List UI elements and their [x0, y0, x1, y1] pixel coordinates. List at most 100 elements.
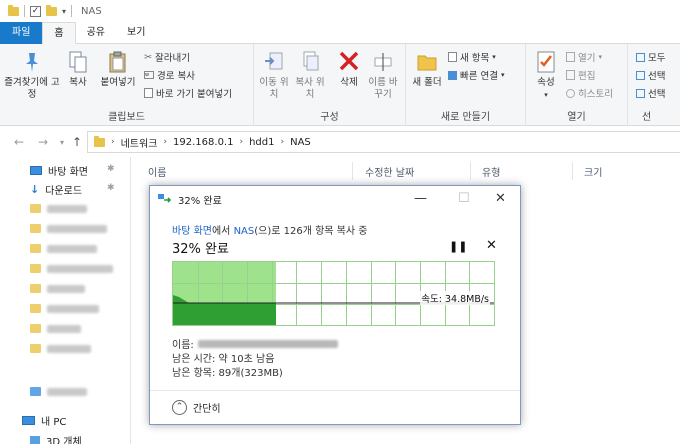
copy-progress-dialog: 32% 완료 — ☐ ✕ 바탕 화면에서 NAS(으)로 126개 항목 복사 … [149, 185, 521, 425]
delete-x-icon [339, 51, 359, 71]
dialog-title: 32% 완료 [178, 195, 222, 207]
maximize-icon: ☐ [458, 191, 470, 206]
invert-selection-button[interactable]: 선택 [636, 86, 665, 100]
folder-icon [30, 284, 41, 293]
copy-path-button[interactable]: w 경로 복사 [144, 68, 195, 82]
copy-to-button[interactable]: 복사 위치 [294, 50, 326, 101]
pin-icon[interactable]: ✱ [107, 183, 115, 193]
rename-button[interactable]: 이름 바꾸기 [366, 50, 400, 101]
breadcrumb-share[interactable]: hdd1 [249, 137, 274, 148]
title-bar: ✓ ▾ NAS [0, 0, 680, 22]
select-group-label: 선 [642, 112, 652, 123]
nav-item-desktop[interactable]: 바탕 화면 [30, 163, 88, 178]
new-folder-button[interactable]: 새 폴더 [412, 50, 442, 89]
open-group-label: 열기 [567, 112, 586, 123]
address-box[interactable]: › 네트워크 › 192.168.0.1 › hdd1 › NAS [87, 131, 680, 153]
move-to-button[interactable]: 이동 위치 [258, 50, 290, 101]
address-bar-row: ← → ▾ ↑ › 네트워크 › 192.168.0.1 › hdd1 › NA… [0, 127, 680, 157]
nav-item-blurred[interactable] [30, 284, 85, 293]
nav-item-3d-objects[interactable]: 3D 개체 [30, 433, 82, 444]
close-icon[interactable]: ✕ [495, 191, 506, 206]
nav-item-downloads[interactable]: ↓ 다운로드 [30, 182, 82, 197]
new-item-button[interactable]: 새 항목 ▾ [448, 50, 496, 64]
less-details-button[interactable]: ⌃ 간단히 [172, 400, 221, 415]
download-arrow-icon: ↓ [30, 183, 40, 196]
cut-button[interactable]: ✂ 잘라내기 [144, 50, 190, 65]
column-date-modified[interactable]: 수정한 날짜 [365, 164, 414, 179]
new-group-label: 새로 만들기 [440, 112, 491, 123]
nav-item-blurred[interactable] [30, 304, 99, 313]
properties-quick-icon[interactable]: ✓ [30, 5, 41, 17]
nav-item-blurred[interactable] [30, 324, 81, 333]
recent-locations-icon[interactable]: ▾ [60, 138, 64, 147]
breadcrumb-folder[interactable]: NAS [290, 137, 311, 148]
new-item-icon [448, 52, 457, 62]
tab-file[interactable]: 파일 [0, 22, 43, 44]
minimize-icon[interactable]: — [414, 191, 427, 206]
copy-path-label: 경로 복사 [157, 71, 195, 82]
destination-link[interactable]: NAS [234, 226, 255, 237]
folder-icon [417, 55, 437, 71]
rename-icon [374, 53, 392, 71]
paste-shortcut-label: 바로 가기 붙여넣기 [156, 89, 232, 100]
nav-item-blurred[interactable] [30, 224, 107, 233]
properties-button[interactable]: 속성 ▾ [532, 50, 560, 101]
chevron-right-icon: › [280, 137, 285, 147]
pin-quick-access-button[interactable]: 즐겨찾기에 고정 [4, 50, 60, 101]
nav-item-blurred[interactable] [30, 344, 91, 353]
edit-icon [566, 70, 575, 80]
nav-item-blurred[interactable] [30, 387, 87, 396]
delete-label: 삭제 [340, 77, 358, 88]
tab-view[interactable]: 보기 [116, 22, 156, 44]
window-title: NAS [81, 5, 102, 17]
new-folder-quick-icon[interactable] [46, 4, 57, 16]
copy-summary: 바탕 화면에서 NAS(으)로 126개 항목 복사 중 [172, 222, 367, 237]
from-text: 에서 [211, 226, 234, 237]
blurred-text [47, 387, 87, 396]
move-to-label: 이동 위치 [259, 77, 289, 100]
select-none-button[interactable]: 선택 [636, 68, 665, 82]
invert-selection-icon [636, 88, 645, 98]
folder-icon [30, 244, 41, 253]
column-name[interactable]: 이름 [148, 164, 166, 179]
nav-item-this-pc[interactable]: 내 PC [22, 413, 66, 428]
open-group: 속성 ▾ 열기 ▾ 편집 히스토리 열기 [526, 44, 628, 126]
column-type[interactable]: 유형 [482, 164, 500, 179]
breadcrumb-network[interactable]: 네트워크 [121, 135, 158, 150]
paste-shortcut-button[interactable]: 바로 가기 붙여넣기 [144, 86, 232, 100]
history-button[interactable]: 히스토리 [566, 86, 613, 100]
nav-item-blurred[interactable] [30, 244, 97, 253]
copy-icon [69, 51, 87, 73]
copy-label: 복사 [69, 77, 87, 88]
delete-button[interactable]: 삭제 [334, 50, 364, 89]
select-all-button[interactable]: 모두 [636, 50, 665, 64]
cancel-copy-icon[interactable]: ✕ [486, 238, 497, 253]
open-button[interactable]: 열기 ▾ [566, 50, 602, 64]
cube-icon [30, 435, 40, 444]
folder-icon [30, 264, 41, 273]
edit-button[interactable]: 편집 [566, 68, 595, 82]
transfer-speed-graph: 속도: 34.8MB/s [172, 261, 495, 326]
dropdown-arrow-icon: ▾ [500, 71, 505, 79]
breadcrumb-host[interactable]: 192.168.0.1 [173, 137, 233, 148]
nav-item-blurred[interactable] [30, 264, 113, 273]
up-arrow-icon[interactable]: ↑ [72, 135, 82, 149]
copy-button[interactable]: 복사 [62, 50, 94, 89]
paste-button[interactable]: 붙여넣기 [96, 50, 140, 89]
tab-share[interactable]: 공유 [76, 22, 116, 44]
new-folder-label: 새 폴더 [412, 77, 442, 88]
folder-icon [30, 304, 41, 313]
folder-icon [30, 344, 41, 353]
divider [470, 162, 471, 180]
customize-toolbar-icon[interactable]: ▾ [62, 7, 66, 16]
source-link[interactable]: 바탕 화면 [172, 226, 212, 237]
tab-home[interactable]: 홈 [42, 22, 76, 44]
nav-item-blurred[interactable] [30, 204, 87, 213]
forward-arrow-icon[interactable]: → [38, 135, 48, 149]
pause-icon[interactable]: ❚❚ [449, 240, 467, 253]
dropdown-arrow-icon: ▾ [598, 53, 602, 61]
pin-icon[interactable]: ✱ [107, 164, 115, 174]
back-arrow-icon[interactable]: ← [14, 135, 24, 149]
column-size[interactable]: 크기 [584, 164, 602, 179]
easy-access-button[interactable]: 빠른 연결 ▾ [448, 68, 505, 82]
